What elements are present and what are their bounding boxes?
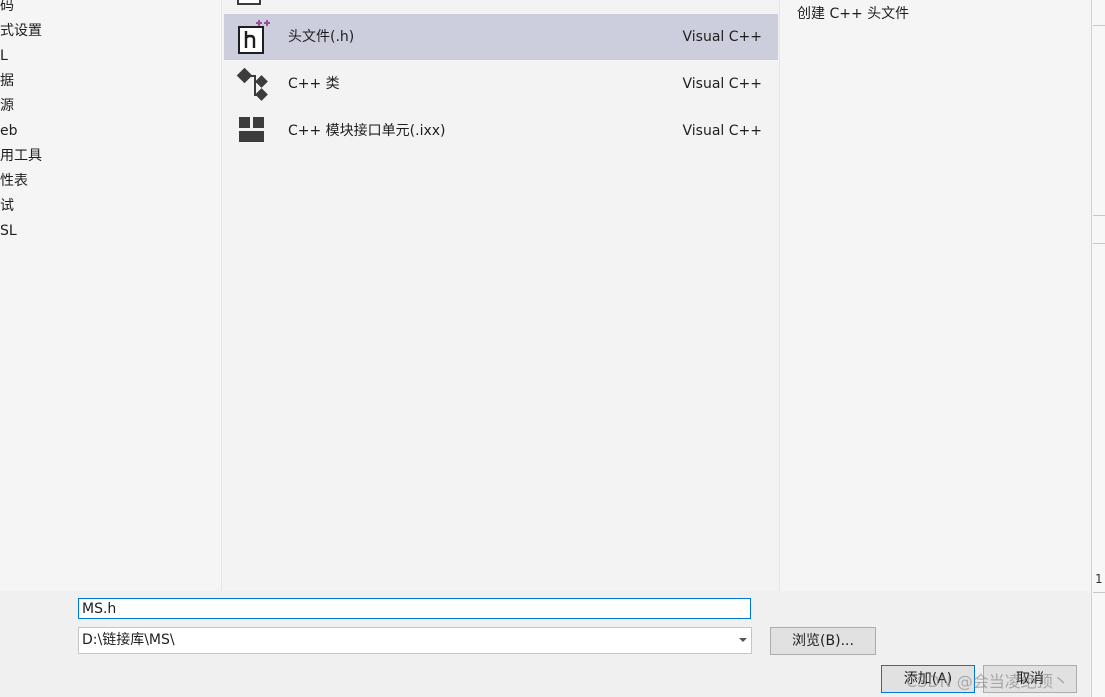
header-file-icon xyxy=(238,20,270,54)
edge-divider xyxy=(1093,592,1105,593)
template-name: C++ 模块接口单元(.ixx) xyxy=(288,123,446,139)
template-name: 头文件(.h) xyxy=(288,29,355,45)
template-name: C++ 类 xyxy=(288,76,340,92)
edge-divider xyxy=(1093,243,1105,244)
category-item[interactable]: 码 xyxy=(0,0,14,19)
template-description: 创建 C++ 头文件 xyxy=(797,6,910,22)
template-row-cpp-class[interactable]: C++ 类 Visual C++ xyxy=(224,61,778,107)
module-interface-icon xyxy=(239,117,264,142)
template-row-module-interface[interactable]: C++ 模块接口单元(.ixx) Visual C++ xyxy=(224,108,778,154)
edge-divider xyxy=(1093,25,1105,26)
browse-button[interactable]: 浏览(B)... xyxy=(770,627,876,655)
template-language: Visual C++ xyxy=(682,123,762,139)
chevron-down-icon[interactable] xyxy=(739,638,747,642)
name-input[interactable] xyxy=(78,598,751,619)
template-language: Visual C++ xyxy=(682,29,762,45)
cancel-button[interactable]: 取消 xyxy=(983,665,1077,693)
category-item[interactable]: 源 xyxy=(0,94,14,119)
edge-divider xyxy=(1093,215,1105,216)
location-combobox[interactable]: D:\链接库\MS\ xyxy=(78,627,752,654)
category-item[interactable]: 用工具 xyxy=(0,144,42,169)
category-item[interactable]: SL xyxy=(0,219,17,244)
category-item[interactable]: eb xyxy=(0,119,18,144)
cpp-class-icon xyxy=(236,67,268,101)
partial-template-icon xyxy=(237,0,261,5)
template-row-header-file[interactable]: 头文件(.h) Visual C++ xyxy=(224,14,778,60)
category-list: 码 式设置 L 据 源 eb 用工具 性表 试 SL xyxy=(0,0,221,591)
edge-text: 1 xyxy=(1095,572,1103,586)
category-item[interactable]: 据 xyxy=(0,69,14,94)
description-pane: 创建 C++ 头文件 xyxy=(779,0,1092,591)
add-button[interactable]: 添加(A) xyxy=(881,665,975,693)
template-list: 头文件(.h) Visual C++ C++ 类 Visual C++ C++ … xyxy=(221,0,779,591)
category-item[interactable]: 试 xyxy=(0,194,14,219)
category-item[interactable]: L xyxy=(0,44,8,69)
category-item[interactable]: 式设置 xyxy=(0,19,42,44)
category-item[interactable]: 性表 xyxy=(0,169,28,194)
template-language: Visual C++ xyxy=(682,76,762,92)
location-value: D:\链接库\MS\ xyxy=(82,632,175,648)
